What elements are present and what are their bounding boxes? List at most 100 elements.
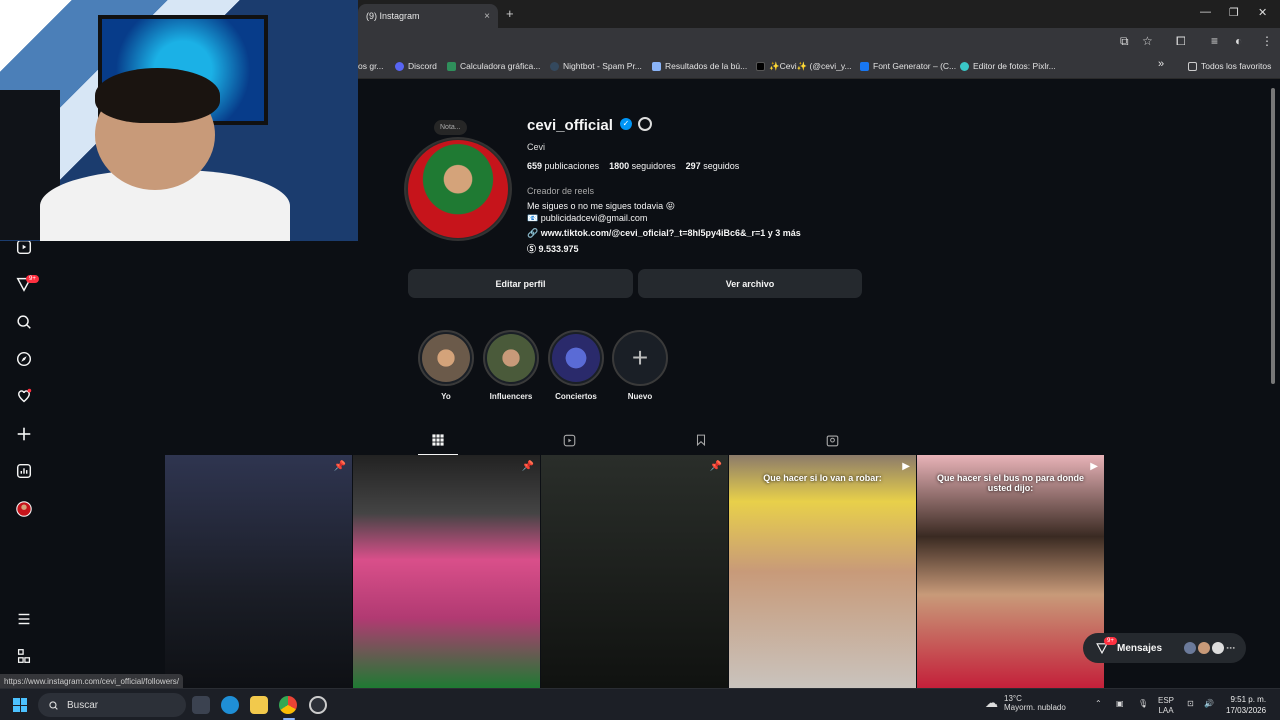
extensions-icon[interactable]: ⧠ (1176, 34, 1186, 49)
bookmark-label: Todos los favoritos (1201, 61, 1272, 71)
view-archive-button[interactable]: Ver archivo (638, 269, 862, 298)
following-stat[interactable]: 297 seguidos (686, 161, 740, 171)
tab-close-icon[interactable]: × (484, 11, 490, 22)
desmos-icon (447, 61, 456, 71)
dashboard-icon[interactable] (14, 461, 34, 481)
post-tile[interactable]: 📌 (541, 455, 728, 688)
edit-profile-button[interactable]: Editar perfil (408, 269, 633, 298)
bookmark-item[interactable]: Font Generator – (C... (860, 61, 956, 71)
windows-start-icon[interactable] (13, 698, 27, 712)
language-indicator[interactable]: ESP LAA (1158, 696, 1174, 716)
new-tab-button[interactable]: + (506, 6, 514, 21)
pin-icon: 📌 (333, 461, 346, 472)
tagged-icon (826, 434, 838, 446)
highlight-cover: + (612, 330, 668, 386)
file-explorer-icon[interactable] (250, 696, 268, 714)
notifications-icon[interactable] (14, 386, 34, 406)
microphone-icon[interactable]: 🎙 (1138, 699, 1148, 709)
tab-saved[interactable] (691, 430, 711, 450)
cast-icon[interactable]: ⧉ (1120, 34, 1129, 49)
avatar (1184, 642, 1197, 654)
explore-icon[interactable] (14, 349, 34, 369)
post-caption: Que hacer si el bus no para donde usted … (936, 473, 1085, 493)
tiktok-icon (756, 62, 765, 71)
taskbar-search[interactable]: Buscar (38, 693, 186, 717)
bookmark-item[interactable]: os gr... (358, 61, 384, 71)
new-highlight-button[interactable]: + Nuevo (612, 330, 668, 401)
scroll-thumb[interactable] (1271, 88, 1275, 384)
pin-icon: 📌 (709, 461, 722, 472)
network-icon[interactable]: ⊡ (1187, 699, 1194, 709)
task-view-icon[interactable] (192, 696, 210, 714)
bookmark-item[interactable]: ✨Cevi✨ (@cevi_y... (756, 61, 852, 72)
weather-desc: Mayorm. nublado (1004, 703, 1066, 712)
profile-full-name: Cevi (527, 142, 546, 152)
create-icon[interactable] (14, 424, 34, 444)
bookmark-item[interactable]: Resultados de la bú... (652, 61, 747, 71)
profile-icon[interactable]: ◐ (1235, 34, 1242, 48)
volume-icon[interactable]: 🔊 (1204, 699, 1214, 709)
kebab-menu-icon[interactable]: ⋮ (1261, 34, 1273, 48)
threads-link[interactable]: Ⓢ 9.533.975 (527, 242, 579, 255)
windows-taskbar: Buscar ☁ 13°C Mayorm. nublado ⌃ ▣ 🎙 ESP … (0, 688, 1280, 720)
highlight-item[interactable]: Influencers (483, 330, 539, 401)
bookmark-label: Discord (408, 61, 437, 71)
taskbar-clock[interactable]: 9:51 p. m. 17/03/2026 (1226, 694, 1266, 716)
tab-reels[interactable] (559, 430, 579, 450)
reel-icon: ▶ (1090, 461, 1098, 472)
profile-avatar-icon[interactable] (14, 499, 34, 519)
threads-icon[interactable] (14, 646, 34, 666)
grid-icon (432, 434, 444, 446)
tab-tagged[interactable] (822, 430, 842, 450)
profile-note[interactable]: Nota... (434, 120, 467, 135)
post-tile[interactable]: ▶ Que hacer si el bus no para donde uste… (917, 455, 1104, 688)
weather-widget[interactable]: ☁ 13°C Mayorm. nublado (985, 694, 1066, 712)
bookmark-item[interactable]: Discord (395, 61, 437, 71)
discord-icon (395, 61, 404, 71)
highlight-item[interactable]: Conciertos (548, 330, 604, 401)
page-scrollbar[interactable] (1270, 80, 1278, 688)
settings-gear-icon[interactable] (638, 117, 652, 131)
highlight-item[interactable]: Yo (418, 330, 474, 401)
chrome-icon[interactable] (279, 696, 297, 714)
media-icon[interactable]: ≡ (1211, 34, 1218, 48)
tab-posts[interactable] (428, 430, 448, 450)
avatar (1198, 642, 1211, 654)
bookmark-item[interactable]: Calculadora gráfica... (447, 61, 540, 71)
bookmark-item[interactable]: Editor de fotos: Pixlr... (960, 61, 1056, 71)
bookmark-label: ✨Cevi✨ (@cevi_y... (769, 61, 852, 71)
app-icon[interactable] (309, 696, 327, 714)
close-window-button[interactable]: ✕ (1258, 6, 1267, 19)
post-tile[interactable]: ▶ Que hacer si lo van a robar: (729, 455, 916, 688)
minimize-button[interactable]: — (1200, 6, 1211, 18)
maximize-button[interactable]: ❐ (1229, 6, 1239, 19)
tab-title: (9) Instagram (366, 11, 420, 21)
more-bookmarks-button[interactable]: » (1158, 58, 1164, 70)
bookmark-label: Nightbot - Spam Pr... (563, 61, 642, 71)
profile-avatar[interactable] (404, 137, 512, 241)
messages-badge: 9+ (1104, 637, 1117, 645)
search-icon[interactable] (14, 312, 34, 332)
bookmark-item[interactable]: Nightbot - Spam Pr... (550, 61, 642, 71)
followers-stat[interactable]: 1800 seguidores (609, 161, 676, 171)
star-icon[interactable]: ☆ (1142, 34, 1153, 48)
avatar (1212, 642, 1225, 654)
post-tile[interactable]: 📌 (353, 455, 540, 688)
bio-link[interactable]: 🔗 www.tiktok.com/@cevi_oficial?_t=8hl5py… (527, 228, 801, 239)
tray-app-icon[interactable]: ▣ (1116, 699, 1124, 709)
highlight-image (422, 334, 470, 382)
profile-username: cevi_official (527, 117, 613, 134)
following-count: 297 (685, 161, 701, 171)
more-icon: ⋯ (1226, 643, 1236, 653)
menu-icon[interactable] (14, 609, 34, 629)
all-bookmarks-button[interactable]: Todos los favoritos (1188, 61, 1271, 71)
post-tile[interactable]: 📌 (165, 455, 352, 688)
highlight-label: Nuevo (627, 392, 653, 401)
edge-icon[interactable] (221, 696, 239, 714)
tab-instagram[interactable]: (9) Instagram × (358, 4, 498, 28)
posts-stat: 659 publicaciones (527, 161, 599, 171)
profile-photo (408, 140, 508, 238)
webcam-hair (95, 68, 220, 123)
tray-chevron-icon[interactable]: ⌃ (1095, 699, 1102, 709)
message-avatars: ⋯ (1184, 642, 1238, 654)
